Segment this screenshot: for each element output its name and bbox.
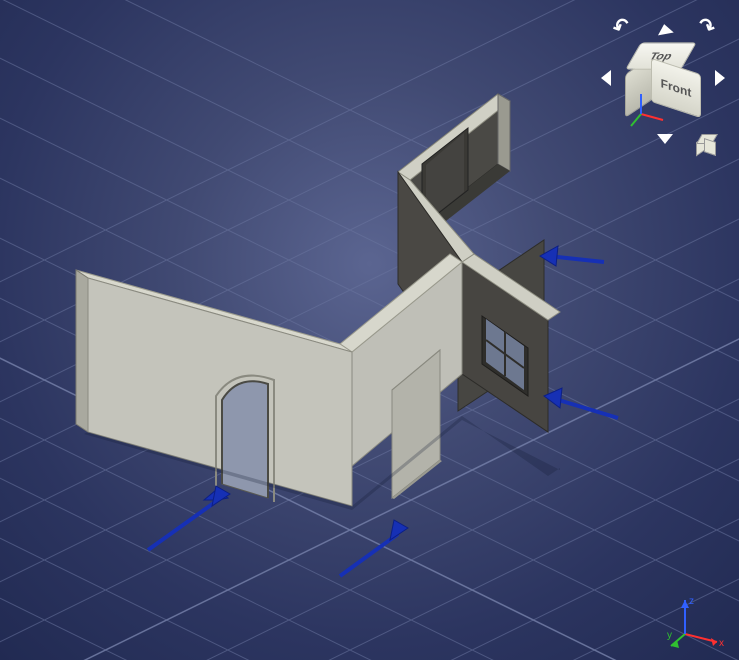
cube-arrow-down-icon[interactable] — [657, 134, 673, 144]
cube-arrow-left-icon[interactable] — [601, 70, 611, 86]
navigation-cube[interactable]: ↶ ↶ Top Front — [599, 12, 729, 152]
wall-center — [340, 254, 462, 499]
axis-z-label: z — [689, 596, 694, 607]
axis-y-label: y — [667, 630, 672, 641]
rotate-cw-icon[interactable]: ↶ — [694, 12, 720, 42]
cube-arrow-right-icon[interactable] — [715, 70, 725, 86]
viewport-3d[interactable]: ↶ ↶ Top Front x y z — [0, 0, 739, 660]
rotate-ccw-icon[interactable]: ↶ — [609, 12, 635, 42]
cube-face-front[interactable]: Front — [651, 58, 701, 118]
axes-indicator: x y z — [667, 592, 727, 652]
navcube-reset-icon[interactable] — [697, 134, 715, 152]
axis-x-label: x — [719, 638, 724, 649]
cube-arrow-up-icon[interactable] — [656, 23, 673, 36]
